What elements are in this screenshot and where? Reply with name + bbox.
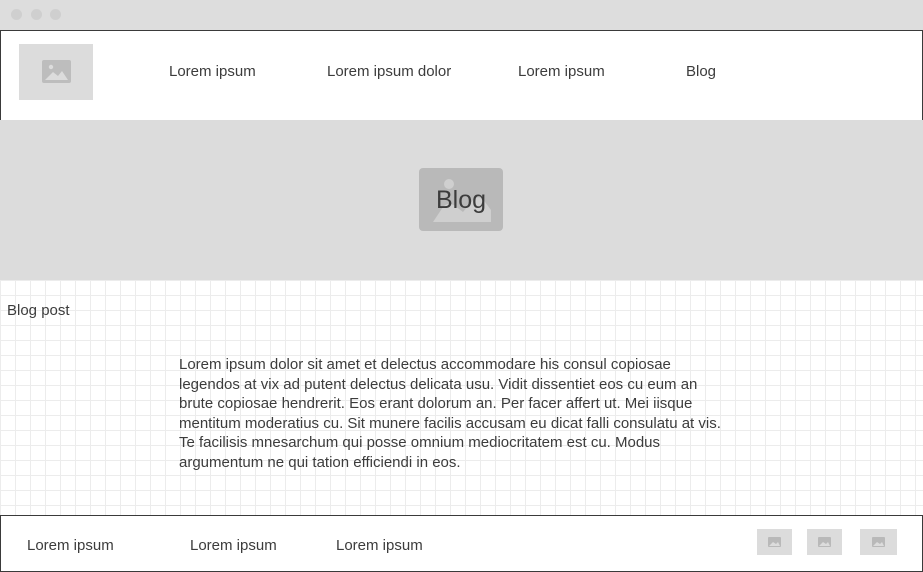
footer-link-2[interactable]: Lorem ipsum bbox=[190, 537, 277, 554]
footer-link-1[interactable]: Lorem ipsum bbox=[27, 537, 114, 554]
window-maximize-dot[interactable] bbox=[50, 9, 61, 20]
image-placeholder-icon bbox=[42, 60, 71, 83]
nav-link-3[interactable]: Lorem ipsum bbox=[518, 63, 605, 80]
header-navbar: Lorem ipsum Lorem ipsum dolor Lorem ipsu… bbox=[0, 30, 923, 120]
nav-link-blog[interactable]: Blog bbox=[686, 63, 716, 80]
main-content: Blog post Lorem ipsum dolor sit amet et … bbox=[0, 280, 923, 515]
image-placeholder-icon bbox=[818, 537, 831, 547]
image-placeholder-icon bbox=[872, 537, 885, 547]
window-close-dot[interactable] bbox=[11, 9, 22, 20]
hero-title: Blog bbox=[435, 186, 487, 214]
nav-link-2[interactable]: Lorem ipsum dolor bbox=[327, 63, 451, 80]
blog-post-body: Lorem ipsum dolor sit amet et delectus a… bbox=[179, 356, 721, 471]
hero-banner: Blog bbox=[0, 120, 923, 280]
social-icon-1[interactable] bbox=[757, 529, 792, 555]
footer-link-3[interactable]: Lorem ipsum bbox=[336, 537, 423, 554]
image-placeholder-icon bbox=[768, 537, 781, 547]
window-minimize-dot[interactable] bbox=[31, 9, 42, 20]
footer: Lorem ipsum Lorem ipsum Lorem ipsum bbox=[0, 515, 923, 572]
social-icon-3[interactable] bbox=[860, 529, 897, 555]
hero-image-placeholder: Blog bbox=[419, 168, 503, 231]
nav-link-1[interactable]: Lorem ipsum bbox=[169, 63, 256, 80]
section-label: Blog post bbox=[7, 302, 70, 319]
social-icon-2[interactable] bbox=[807, 529, 842, 555]
logo-placeholder[interactable] bbox=[19, 44, 93, 100]
window-titlebar bbox=[0, 0, 923, 30]
